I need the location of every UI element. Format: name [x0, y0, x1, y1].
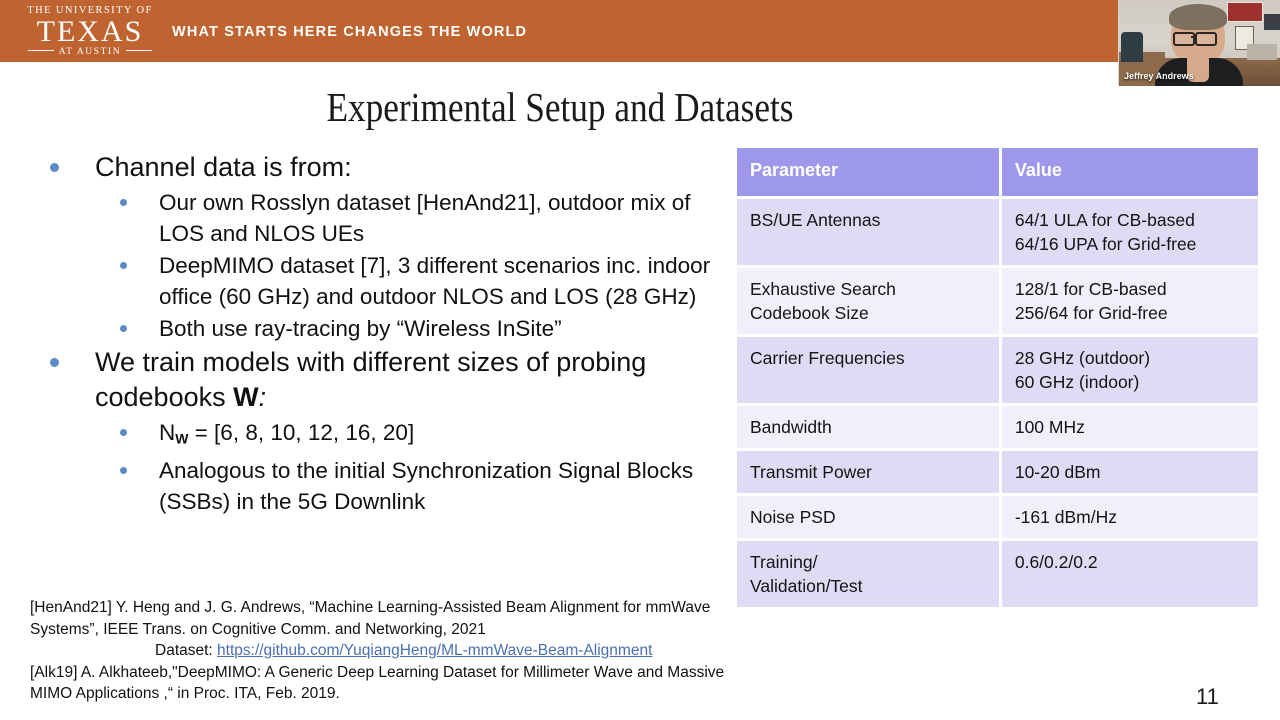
- bullet-text: Both use ray-tracing by “Wireless InSite…: [159, 316, 562, 341]
- nw-values: = [6, 8, 10, 12, 16, 20]: [188, 420, 415, 445]
- logo-line-at-austin: AT AUSTIN: [14, 46, 166, 58]
- parameters-table: Parameter Value BS/UE Antennas 64/1 ULA …: [737, 148, 1258, 607]
- bullet-text: DeepMIMO dataset [7], 3 different scenar…: [159, 253, 711, 309]
- bullet-dot-icon: [120, 262, 127, 269]
- bullet-item-level2: Analogous to the initial Synchronization…: [120, 455, 720, 517]
- bullet-text: We train models with different sizes of …: [95, 345, 720, 415]
- nw-symbol: N: [159, 420, 176, 445]
- cell-value: 128/1 for CB-based 256/64 for Grid-free: [1001, 265, 1258, 334]
- bullet-dot-icon: [120, 199, 127, 206]
- glasses-bridge-icon: [1191, 36, 1197, 38]
- cell-parameter: Noise PSD: [737, 493, 1002, 538]
- bullet-dot-icon: [50, 163, 59, 172]
- bullet-dot-icon: [120, 429, 127, 436]
- table-body: BS/UE Antennas 64/1 ULA for CB-based 64/1…: [737, 196, 1258, 607]
- cell-value: 28 GHz (outdoor) 60 GHz (indoor): [1001, 334, 1258, 403]
- table-row: BS/UE Antennas 64/1 ULA for CB-based 64/1…: [737, 196, 1258, 265]
- table-header: Parameter Value: [737, 148, 1258, 196]
- table-row: Exhaustive Search Codebook Size 128/1 for…: [737, 265, 1258, 334]
- webcam-video-overlay[interactable]: Jeffrey Andrews: [1118, 0, 1280, 86]
- chair-shape: [1121, 32, 1143, 62]
- cell-value: 10-20 dBm: [1001, 448, 1258, 493]
- table-row: Bandwidth 100 MHz: [737, 403, 1258, 448]
- bullet-item-level1: Channel data is from:: [50, 150, 720, 185]
- cell-parameter: Transmit Power: [737, 448, 1002, 493]
- bullet-item-level2: Both use ray-tracing by “Wireless InSite…: [120, 313, 720, 344]
- cell-parameter: Bandwidth: [737, 403, 1002, 448]
- bullet-text: Our own Rosslyn dataset [HenAnd21], outd…: [159, 190, 691, 246]
- cell-value: 0.6/0.2/0.2: [1001, 538, 1258, 607]
- cell-value: 100 MHz: [1001, 403, 1258, 448]
- column-header-value: Value: [1001, 148, 1258, 196]
- table-header-row: Parameter Value: [737, 148, 1258, 196]
- footnote-reference-alk19: [Alk19] A. Alkhateeb,"DeepMIMO: A Generi…: [30, 663, 725, 703]
- cell-parameter: BS/UE Antennas: [737, 196, 1002, 265]
- column-header-parameter: Parameter: [737, 148, 1002, 196]
- bullet-list: Channel data is from: Our own Rosslyn da…: [30, 150, 720, 518]
- banner-tagline: WHAT STARTS HERE CHANGES THE WORLD: [172, 24, 528, 40]
- footnote-block: [HenAnd21] Y. Heng and J. G. Andrews, “M…: [30, 597, 730, 705]
- ut-brand-banner: THE UNIVERSITY OF TEXAS AT AUSTIN WHAT S…: [0, 0, 1280, 62]
- participant-name-label: Jeffrey Andrews: [1124, 71, 1194, 81]
- bullet-dot-icon: [120, 325, 127, 332]
- bullet-dot-icon: [120, 467, 127, 475]
- nw-subscript: W: [175, 430, 189, 447]
- footnote-dataset-line: Dataset: https://github.com/YuqiangHeng/…: [155, 640, 730, 662]
- slide-page-number: 11: [1196, 684, 1219, 709]
- wall-frame-icon: [1227, 2, 1263, 22]
- table-row: Noise PSD -161 dBm/Hz: [737, 493, 1258, 538]
- monitor-shape: [1247, 44, 1277, 60]
- glasses-left-lens-icon: [1173, 32, 1195, 46]
- bullet-item-level2: DeepMIMO dataset [7], 3 different scenar…: [120, 250, 720, 312]
- bullet-item-level2: NW = [6, 8, 10, 12, 16, 20]: [120, 417, 720, 454]
- bullet-text-pre: We train models with different sizes of …: [95, 347, 647, 412]
- dataset-url-link[interactable]: https://github.com/YuqiangHeng/ML-mmWave…: [217, 642, 652, 659]
- cell-parameter: Training/Validation/Test: [737, 538, 1002, 607]
- cell-parameter: Exhaustive Search Codebook Size: [737, 265, 1002, 334]
- footnote-reference-henand21: [HenAnd21] Y. Heng and J. G. Andrews, “M…: [30, 599, 711, 638]
- cell-parameter: Carrier Frequencies: [737, 334, 1002, 403]
- codebook-symbol: W: [233, 382, 259, 412]
- logo-wordmark-texas: TEXAS: [36, 15, 144, 48]
- ut-austin-logo: THE UNIVERSITY OF TEXAS AT AUSTIN: [14, 3, 166, 59]
- bullet-text: NW = [6, 8, 10, 12, 16, 20]: [159, 417, 414, 454]
- table-row: Transmit Power 10-20 dBm: [737, 448, 1258, 493]
- glasses-right-lens-icon: [1195, 32, 1217, 46]
- bullet-text-post: :: [258, 382, 267, 412]
- cell-value: 64/1 ULA for CB-based 64/16 UPA for Grid-…: [1001, 196, 1258, 265]
- bullet-item-level2: Our own Rosslyn dataset [HenAnd21], outd…: [120, 187, 720, 249]
- bullet-text: Analogous to the initial Synchronization…: [159, 458, 694, 515]
- table-row: Training/Validation/Test 0.6/0.2/0.2: [737, 538, 1258, 607]
- bullet-item-level1: We train models with different sizes of …: [50, 345, 720, 415]
- dataset-label: Dataset:: [155, 642, 218, 659]
- cell-value: -161 dBm/Hz: [1001, 493, 1258, 538]
- bullet-text: Channel data is from:: [95, 152, 352, 182]
- speaker-hair: [1169, 4, 1227, 30]
- table-row: Carrier Frequencies 28 GHz (outdoor) 60 G…: [737, 334, 1258, 403]
- window-icon: [1264, 14, 1280, 30]
- bullet-dot-icon: [50, 358, 59, 367]
- slide-title: Experimental Setup and Datasets: [326, 84, 794, 130]
